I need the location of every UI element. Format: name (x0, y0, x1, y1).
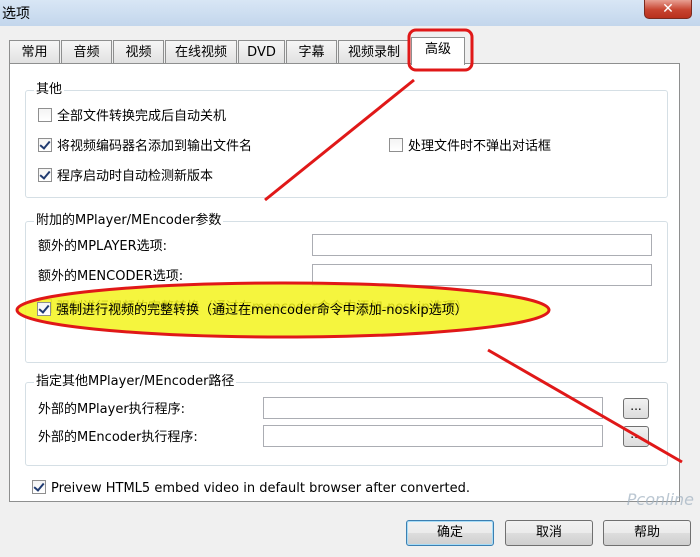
force-full-conversion-highlight-copy[interactable]: 强制进行视频的完整转换（通过在mencoder命令中添加-noskip选项） (37, 302, 468, 318)
force-full-conversion-highlight-label: 强制进行视频的完整转换（通过在mencoder命令中添加-noskip选项） (56, 303, 468, 318)
auto-update-checkbox-box[interactable] (38, 168, 52, 182)
tab-video[interactable]: 视频 (113, 40, 164, 63)
help-button[interactable]: 帮助 (603, 520, 691, 546)
mencoder-exe-input[interactable] (263, 425, 603, 447)
preview-html5-label: Preivew HTML5 embed video in default bro… (51, 481, 470, 496)
group-paths-title: 指定其他MPlayer/MEncoder路径 (34, 374, 237, 390)
preview-html5-checkbox-box[interactable] (32, 480, 46, 494)
title-bar: 选项 ✕ (0, 0, 700, 27)
options-dialog: 常用 音频 视频 在线视频 DVD 字幕 视频录制 高级 其他 全部文件转换完成… (0, 26, 700, 557)
group-params-title: 附加的MPlayer/MEncoder参数 (34, 213, 224, 229)
close-button[interactable]: ✕ (644, 0, 692, 19)
add-codec-name-label: 将视频编码器名添加到输出文件名 (57, 139, 253, 154)
tab-dvd[interactable]: DVD (238, 40, 285, 63)
ok-button[interactable]: 确定 (406, 520, 494, 546)
group-params: 附加的MPlayer/MEncoder参数 额外的MPLAYER选项: 额外的M… (25, 213, 668, 363)
shutdown-label: 全部文件转换完成后自动关机 (57, 109, 227, 124)
shutdown-checkbox-box[interactable] (38, 108, 52, 122)
mplayer-options-input[interactable] (312, 234, 652, 256)
mencoder-options-label: 额外的MENCODER选项: (38, 269, 184, 284)
preview-html5-checkbox[interactable]: Preivew HTML5 embed video in default bro… (32, 480, 470, 496)
mencoder-exe-label: 外部的MEncoder执行程序: (38, 430, 198, 445)
mencoder-exe-browse-button[interactable]: ... (623, 426, 649, 447)
no-dialog-checkbox[interactable]: 处理文件时不弹出对话框 (389, 138, 551, 154)
auto-update-checkbox[interactable]: 程序启动时自动检测新版本 (38, 168, 213, 184)
mplayer-exe-label: 外部的MPlayer执行程序: (38, 402, 186, 417)
add-codec-name-checkbox[interactable]: 将视频编码器名添加到输出文件名 (38, 138, 252, 154)
tab-advanced[interactable]: 高级 (411, 37, 465, 65)
tab-general[interactable]: 常用 (9, 40, 60, 63)
tab-audio[interactable]: 音频 (61, 40, 112, 63)
tab-video-recording[interactable]: 视频录制 (338, 40, 410, 63)
force-full-conversion-highlight-box[interactable] (37, 302, 51, 316)
mplayer-exe-browse-button[interactable]: ... (623, 398, 649, 419)
add-codec-name-checkbox-box[interactable] (38, 138, 52, 152)
shutdown-checkbox[interactable]: 全部文件转换完成后自动关机 (38, 108, 226, 124)
cancel-button[interactable]: 取消 (505, 520, 593, 546)
mplayer-exe-input[interactable] (263, 397, 603, 419)
watermark: Pconline (626, 490, 694, 509)
auto-update-label: 程序启动时自动检测新版本 (57, 169, 214, 184)
mplayer-options-label: 额外的MPLAYER选项: (38, 239, 168, 254)
advanced-panel: 其他 全部文件转换完成后自动关机 将视频编码器名添加到输出文件名 程序启动时自动… (9, 63, 680, 502)
tab-online-video[interactable]: 在线视频 (165, 40, 237, 63)
group-other: 其他 全部文件转换完成后自动关机 将视频编码器名添加到输出文件名 程序启动时自动… (25, 82, 668, 198)
group-other-title: 其他 (34, 82, 65, 98)
window-title: 选项 (2, 6, 30, 22)
tab-subtitles[interactable]: 字幕 (286, 40, 337, 63)
no-dialog-checkbox-box[interactable] (389, 138, 403, 152)
group-paths: 指定其他MPlayer/MEncoder路径 外部的MPlayer执行程序: .… (25, 374, 668, 466)
mencoder-options-input[interactable] (312, 264, 652, 286)
no-dialog-label: 处理文件时不弹出对话框 (408, 139, 552, 154)
